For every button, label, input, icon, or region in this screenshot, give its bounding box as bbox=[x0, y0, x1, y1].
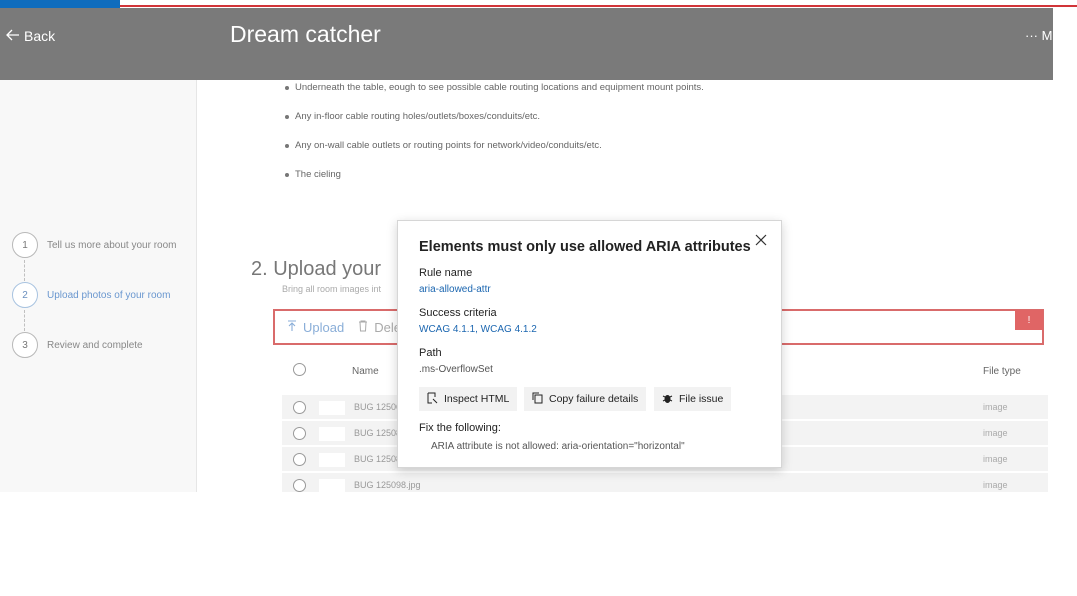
photo-checklist: Underneath the table, eough to see possi… bbox=[285, 82, 704, 198]
file-issue-button[interactable]: File issue bbox=[654, 387, 732, 411]
upload-label: Upload bbox=[303, 319, 345, 335]
callout-title: Elements must only use allowed ARIA attr… bbox=[419, 239, 751, 255]
file-type: image bbox=[983, 428, 1008, 438]
row-select-radio[interactable] bbox=[293, 453, 306, 466]
file-thumbnail bbox=[319, 453, 345, 467]
copy-failure-details-label: Copy failure details bbox=[549, 393, 639, 405]
back-button[interactable]: Back bbox=[6, 28, 55, 44]
fix-message: ARIA attribute is not allowed: aria-orie… bbox=[431, 441, 685, 452]
copy-icon bbox=[532, 392, 543, 407]
inspect-icon bbox=[427, 392, 438, 407]
file-name: BUG 12508 bbox=[354, 428, 402, 438]
failure-details-callout: Elements must only use allowed ARIA attr… bbox=[397, 220, 782, 468]
rule-name-link[interactable]: aria-allowed-attr bbox=[419, 284, 491, 295]
header-bar: Back Dream catcher ··· M bbox=[0, 8, 1053, 80]
step-number: 2 bbox=[12, 282, 38, 308]
step-1[interactable]: 1 Tell us more about your room bbox=[12, 232, 177, 258]
table-row[interactable]: BUG 125098.jpg image bbox=[282, 473, 1048, 492]
step-label: Upload photos of your room bbox=[47, 289, 171, 301]
trash-icon bbox=[358, 320, 368, 335]
list-item: Any on-wall cable outlets or routing poi… bbox=[285, 140, 704, 169]
upload-icon bbox=[287, 319, 297, 335]
success-criteria-label: Success criteria bbox=[419, 307, 497, 319]
arrow-left-icon bbox=[6, 28, 20, 44]
step-3[interactable]: 3 Review and complete bbox=[12, 332, 143, 358]
file-thumbnail bbox=[319, 427, 345, 441]
list-item: The cieling bbox=[285, 169, 704, 198]
file-name: BUG 125098.jpg bbox=[354, 480, 421, 490]
top-stripe bbox=[0, 0, 1077, 8]
more-menu-button[interactable]: ··· M bbox=[1025, 28, 1052, 43]
row-select-radio[interactable] bbox=[293, 479, 306, 492]
inspect-html-label: Inspect HTML bbox=[444, 393, 510, 405]
file-name: BUG 12508 bbox=[354, 454, 402, 464]
upload-button[interactable]: Upload bbox=[287, 320, 344, 335]
success-criteria-link[interactable]: WCAG 4.1.1, WCAG 4.1.2 bbox=[419, 324, 537, 335]
back-label: Back bbox=[24, 28, 56, 44]
top-stripe-red bbox=[120, 5, 1077, 7]
step-label: Tell us more about your room bbox=[47, 239, 177, 251]
fix-label: Fix the following: bbox=[419, 422, 501, 434]
top-stripe-blue bbox=[0, 0, 120, 8]
step-connector bbox=[24, 260, 25, 281]
delete-button[interactable]: Dele bbox=[358, 320, 401, 335]
row-select-radio[interactable] bbox=[293, 401, 306, 414]
step-2[interactable]: 2 Upload photos of your room bbox=[12, 282, 170, 308]
section-title: 2. Upload your bbox=[251, 258, 382, 280]
file-type: image bbox=[983, 480, 1008, 490]
failure-indicator[interactable]: ! bbox=[1015, 310, 1043, 330]
close-icon[interactable] bbox=[754, 233, 768, 247]
page-title: Dream catcher bbox=[230, 21, 381, 47]
inspect-html-button[interactable]: Inspect HTML bbox=[419, 387, 518, 411]
path-value: .ms-OverflowSet bbox=[419, 364, 493, 375]
copy-failure-details-button[interactable]: Copy failure details bbox=[524, 387, 647, 411]
step-number: 3 bbox=[12, 332, 38, 358]
bug-icon bbox=[662, 392, 673, 407]
step-connector bbox=[24, 310, 25, 331]
file-thumbnail bbox=[319, 479, 345, 492]
file-name: BUG 12506 bbox=[354, 402, 402, 412]
path-label: Path bbox=[419, 347, 442, 359]
column-header-filetype[interactable]: File type bbox=[983, 366, 1021, 377]
section-subtitle: Bring all room images int bbox=[282, 284, 382, 294]
list-item: Any in-floor cable routing holes/outlets… bbox=[285, 111, 704, 140]
rule-name-label: Rule name bbox=[419, 267, 473, 279]
column-header-name[interactable]: Name bbox=[352, 366, 379, 377]
select-all-radio[interactable] bbox=[293, 363, 306, 376]
step-sidebar: 1 Tell us more about your room 2 Upload … bbox=[0, 80, 197, 492]
file-type: image bbox=[983, 402, 1008, 412]
list-item: Underneath the table, eough to see possi… bbox=[285, 82, 704, 111]
file-type: image bbox=[983, 454, 1008, 464]
step-label: Review and complete bbox=[47, 339, 143, 351]
row-select-radio[interactable] bbox=[293, 427, 306, 440]
step-number: 1 bbox=[12, 232, 38, 258]
file-issue-label: File issue bbox=[679, 393, 724, 405]
file-thumbnail bbox=[319, 401, 345, 415]
